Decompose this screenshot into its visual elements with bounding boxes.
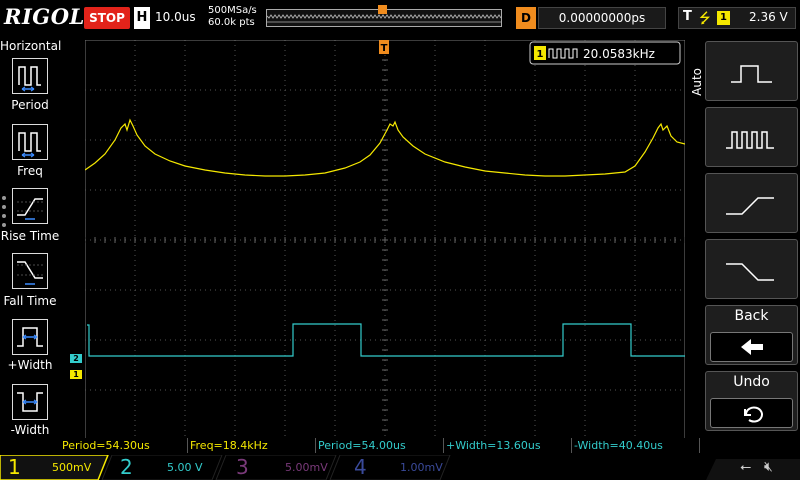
measurement-ch2-period[interactable]: Period=54.00us <box>316 438 444 453</box>
ch2-ground-marker[interactable]: 2 <box>70 354 82 363</box>
panel-title: Horizontal <box>0 39 62 53</box>
negative-width-icon <box>17 392 43 412</box>
undo-icon <box>710 398 793 428</box>
channel-3-number: 3 <box>236 455 249 479</box>
fall-time-label: Fall Time <box>3 294 57 308</box>
channel-1-number: 1 <box>8 455 21 479</box>
delay-badge: D <box>516 7 536 29</box>
rising-edge-icon: ⭍ <box>699 11 711 27</box>
auto-label: Auto <box>690 68 704 96</box>
speaker-muted-icon[interactable]: 🔇︎ <box>764 459 773 475</box>
undo-label: Undo <box>733 374 770 390</box>
falling-edge-icon <box>726 263 774 281</box>
horizontal-badge: H <box>134 7 150 29</box>
period-label: Period <box>11 98 49 112</box>
status-bar: RIGOL STOP H 10.0us 500MSa/s 60.0k pts D… <box>0 0 800 36</box>
falling-edge-button[interactable] <box>705 239 798 299</box>
measurement-results: Period=54.30us Freq=18.4kHz Period=54.00… <box>60 438 700 454</box>
pulse-train-button[interactable] <box>705 107 798 167</box>
acquisition-info: 500MSa/s 60.0k pts <box>208 5 257 29</box>
measure-panel: Horizontal Period Freq Rise Time Fall Ti… <box>0 36 62 437</box>
trigger-settings[interactable]: T ⭍ 1 2.36 V <box>678 7 796 29</box>
waveform-display[interactable]: T 1 20.0583kHz <box>85 40 685 440</box>
rise-time-label: Rise Time <box>0 229 60 243</box>
trigger-label: T <box>683 9 692 24</box>
channel-1-tab[interactable]: 1 500mV <box>0 455 105 480</box>
timebase-value[interactable]: 10.0us <box>155 10 196 24</box>
ch1-ground-marker[interactable]: 1 <box>70 370 82 379</box>
measurement-ch1-freq[interactable]: Freq=18.4kHz <box>188 438 316 453</box>
run-stop-indicator[interactable]: STOP <box>84 7 130 29</box>
measurement-ch1-period[interactable]: Period=54.30us <box>60 438 188 453</box>
counter-value: 20.0583kHz <box>583 47 655 61</box>
measurement-ch2-negative-width[interactable]: -Width=40.40us <box>572 438 700 453</box>
channel-3-scale: 5.00mV <box>285 461 328 474</box>
back-arrow-icon <box>710 332 793 362</box>
measurement-ch2-positive-width[interactable]: +Width=13.60us <box>444 438 572 453</box>
channel-4-scale: 1.00mV <box>400 461 443 474</box>
period-button[interactable] <box>12 58 48 94</box>
trigger-level: 2.36 V <box>749 10 788 24</box>
negative-width-button[interactable] <box>12 384 48 420</box>
positive-width-icon <box>17 327 43 347</box>
positive-width-label: +Width <box>7 358 53 372</box>
channel-2-tab[interactable]: 2 5.00 V <box>112 455 217 480</box>
channel-4-number: 4 <box>354 455 367 479</box>
fall-time-icon <box>17 261 43 285</box>
single-pulse-button[interactable] <box>705 41 798 101</box>
memory-depth: 60.0k pts <box>208 17 255 28</box>
rising-edge-button[interactable] <box>705 173 798 233</box>
rising-edge-icon <box>726 197 774 215</box>
trigger-source: 1 <box>717 11 730 25</box>
channel-3-tab[interactable]: 3 5.00mV <box>226 455 331 480</box>
positive-width-button[interactable] <box>12 319 48 355</box>
pulse-train-icon <box>726 131 774 149</box>
fall-time-button[interactable] <box>12 253 48 289</box>
rise-time-icon <box>17 198 43 220</box>
freq-button[interactable] <box>12 124 48 160</box>
period-icon <box>18 66 41 92</box>
brand-logo: RIGOL <box>4 4 85 29</box>
svg-text:T: T <box>381 43 388 54</box>
counter-channel: 1 <box>537 49 544 60</box>
back-button[interactable]: Back <box>705 305 798 365</box>
channel-2-number: 2 <box>120 455 133 479</box>
undo-button[interactable]: Undo <box>705 371 798 431</box>
channel-4-tab[interactable]: 4 1.00mV <box>340 455 445 480</box>
rise-time-button[interactable] <box>12 188 48 224</box>
sample-rate: 500MSa/s <box>208 5 257 16</box>
freq-label: Freq <box>17 164 43 178</box>
negative-width-label: -Width <box>10 423 50 437</box>
frequency-counter: 1 20.0583kHz <box>529 41 681 65</box>
page-dots <box>2 196 6 232</box>
channel-bar: 1 500mV 2 5.00 V 3 5.00mV 4 1.00mV ⭠ 🔇︎ <box>0 455 800 480</box>
back-label: Back <box>734 308 769 324</box>
usb-icon: ⭠ <box>740 459 752 475</box>
trigger-position-marker[interactable]: T <box>379 40 389 54</box>
channel-1-scale: 500mV <box>52 461 92 474</box>
trigger-position-marker-small <box>378 5 387 14</box>
channel-2-scale: 5.00 V <box>167 461 203 474</box>
freq-icon <box>18 132 41 158</box>
horizontal-delay[interactable]: 0.00000000ps <box>538 7 666 29</box>
auto-menu-panel: Auto Back Undo <box>688 36 800 436</box>
single-pulse-icon <box>731 65 772 83</box>
